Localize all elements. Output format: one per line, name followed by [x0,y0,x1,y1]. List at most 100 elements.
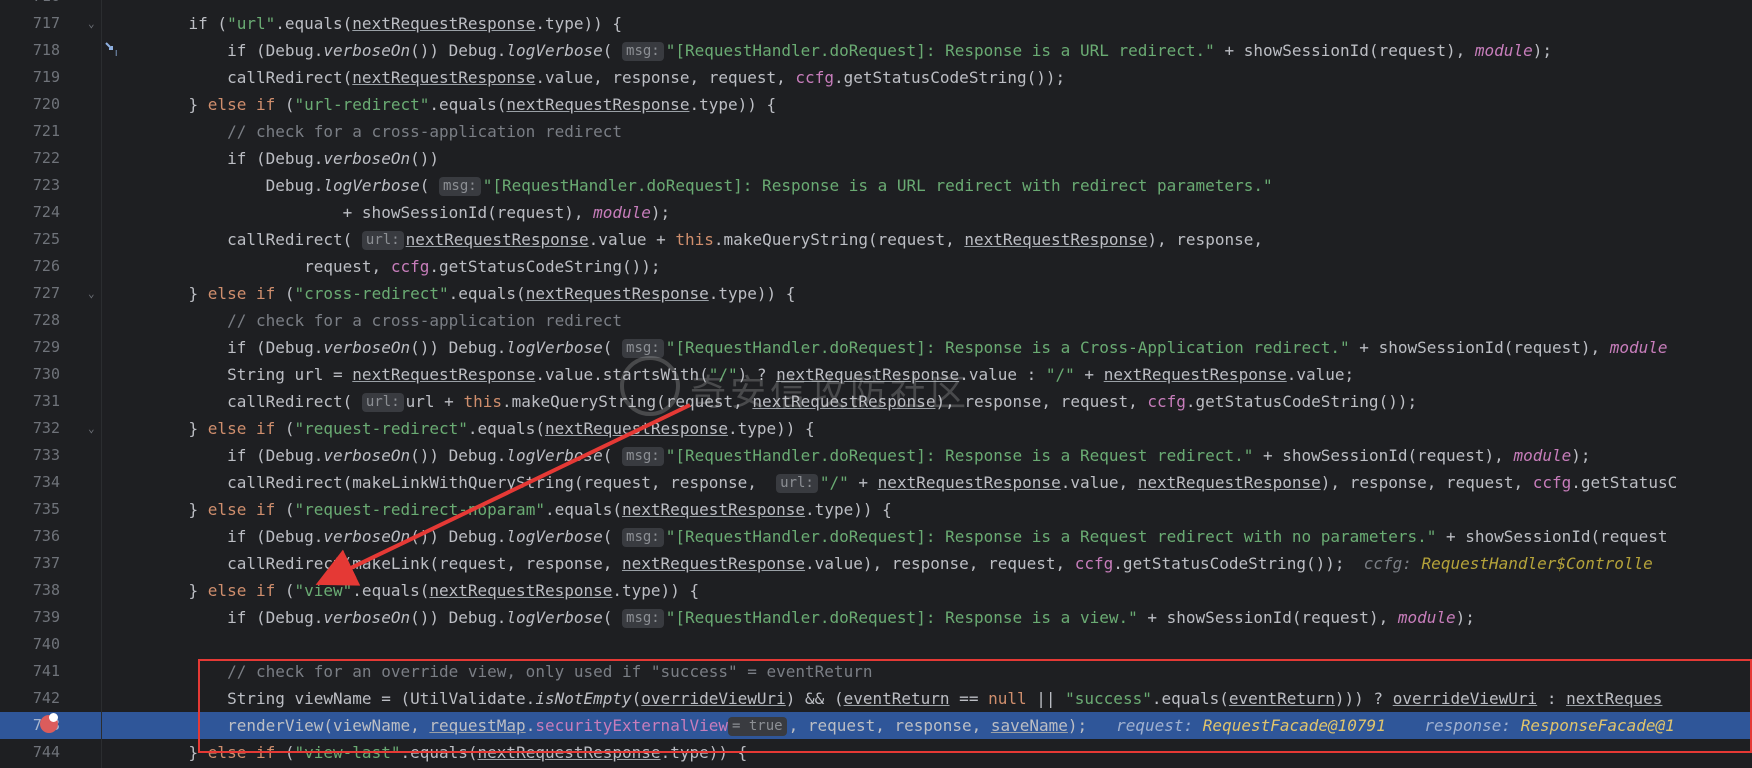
line-number[interactable]: 731 [0,388,60,415]
code-line[interactable]: 733 if (Debug.verboseOn()) Debug.logVerb… [0,442,1752,469]
line-number[interactable]: 725 [0,226,60,253]
code-line[interactable]: 741 // check for an override view, only … [0,658,1752,685]
code-line[interactable]: 738 } else if ("view".equals(nextRequest… [0,577,1752,604]
line-number[interactable]: 730 [0,361,60,388]
code-line[interactable]: 720 } else if ("url-redirect".equals(nex… [0,91,1752,118]
line-number[interactable]: 717 [0,10,60,37]
code-line[interactable]: 726 request, ccfg.getStatusCodeString())… [0,253,1752,280]
line-number[interactable]: 741 [0,658,60,685]
line-number[interactable]: 726 [0,253,60,280]
code-text[interactable]: } else if ("view-last".equals(nextReques… [150,739,748,766]
code-text[interactable]: } else if ("request-redirect".equals(nex… [150,415,815,442]
line-number[interactable]: 734 [0,469,60,496]
code-line[interactable]: 739 if (Debug.verboseOn()) Debug.logVerb… [0,604,1752,631]
line-number[interactable]: 724 [0,199,60,226]
code-line[interactable]: 723 Debug.logVerbose( msg: "[RequestHandl… [0,172,1752,199]
line-number[interactable]: 728 [0,307,60,334]
code-token: ccfg: [1363,554,1422,573]
code-text[interactable]: request, ccfg.getStatusCodeString()); [150,253,660,280]
line-number[interactable]: 738 [0,577,60,604]
code-text[interactable]: if (Debug.verboseOn()) Debug.logVerbose(… [150,523,1668,550]
code-line[interactable]: 721 // check for a cross-application red… [0,118,1752,145]
code-text[interactable]: // check for a cross-application redirec… [150,118,622,145]
code-text[interactable]: renderView(viewName, requestMap.security… [150,712,1675,739]
code-token: ( [419,176,439,195]
line-number[interactable]: 736 [0,523,60,550]
code-line[interactable]: 724 + showSessionId(request), module); [0,199,1752,226]
line-number[interactable]: 719 [0,64,60,91]
line-number[interactable]: 729 [0,334,60,361]
code-text[interactable]: if ("url".equals(nextRequestResponse.typ… [150,10,623,37]
code-line[interactable]: 725 callRedirect( url: nextRequestRespons… [0,226,1752,253]
code-text[interactable]: } else if ("cross-redirect".equals(nextR… [150,280,796,307]
code-token: verboseOn [323,338,411,357]
code-text[interactable]: callRedirect(makeLinkWithQueryString(req… [150,469,1677,496]
line-number[interactable]: 722 [0,145,60,172]
code-line[interactable]: 722 if (Debug.verboseOn()) [0,145,1752,172]
line-number[interactable]: 737 [0,550,60,577]
code-text[interactable]: if (Debug.verboseOn()) [150,145,439,172]
code-line[interactable]: 737 callRedirect(makeLink(request, respo… [0,550,1752,577]
code-text[interactable]: } else if ("request-redirect-noparam".eq… [150,496,892,523]
current-execution-line[interactable]: 743 renderView(viewName, requestMap.secu… [0,712,1752,739]
line-number[interactable]: 718 [0,37,60,64]
line-number[interactable]: 740 [0,631,60,658]
line-number[interactable]: 727 [0,280,60,307]
code-line[interactable]: 744 } else if ("view-last".equals(nextRe… [0,739,1752,766]
step-into-icon[interactable]: I [104,40,122,58]
code-text[interactable]: callRedirect(nextRequestResponse.value, … [150,64,1065,91]
line-number[interactable]: 721 [0,118,60,145]
line-number[interactable]: 739 [0,604,60,631]
code-line[interactable]: 736 if (Debug.verboseOn()) Debug.logVerb… [0,523,1752,550]
code-text[interactable]: } else if ("view".equals(nextRequestResp… [150,577,700,604]
code-line[interactable]: 734 callRedirect(makeLinkWithQueryString… [0,469,1752,496]
code-token: nextReques [1566,689,1663,708]
fold-chevron-icon[interactable]: ⌄ [88,415,98,442]
code-text[interactable]: if (Debug.verboseOn()) Debug.logVerbose(… [150,37,1552,64]
fold-chevron-icon[interactable]: ⌄ [88,280,98,307]
line-number[interactable]: 735 [0,496,60,523]
code-text[interactable]: String url = nextRequestResponse.value.s… [150,361,1354,388]
code-text[interactable]: // check for an override view, only used… [150,658,872,685]
line-number[interactable]: 716 [0,0,60,10]
code-line[interactable]: 731 callRedirect( url: url + this.makeQue… [0,388,1752,415]
line-number[interactable]: 744 [0,739,60,766]
code-text[interactable]: Debug.logVerbose( msg: "[RequestHandler.d… [150,172,1273,199]
code-line[interactable]: 719 callRedirect(nextRequestResponse.val… [0,64,1752,91]
line-number[interactable]: 732 [0,415,60,442]
code-token: else if [207,95,276,114]
code-text[interactable]: String viewName = (UtilValidate.isNotEmp… [150,685,1662,712]
code-token: .equals( [429,95,507,114]
code-text[interactable]: + showSessionId(request), module); [150,199,671,226]
code-token: .type)) { [727,419,815,438]
fold-chevron-icon[interactable]: ⌄ [88,10,98,37]
code-line[interactable]: 727 ⌄ } else if ("cross-redirect".equals(… [0,280,1752,307]
code-token: if (Debug. [150,338,324,357]
code-text[interactable]: } else if ("url-redirect".equals(nextReq… [150,91,777,118]
code-token: callRedirect(makeLink(request, response, [150,554,623,573]
code-text[interactable]: callRedirect(makeLink(request, response,… [150,550,1653,577]
code-line[interactable]: 732 ⌄ } else if ("request-redirect".equal… [0,415,1752,442]
code-token: "view-last" [294,743,401,762]
code-line[interactable]: 742 String viewName = (UtilValidate.isNo… [0,685,1752,712]
code-text[interactable]: // check for a cross-application redirec… [150,307,622,334]
code-text[interactable]: if (Debug.verboseOn()) Debug.logVerbose(… [150,334,1668,361]
code-token: + showSessionId(request), [1349,338,1610,357]
code-line[interactable]: 740 [0,631,1752,658]
code-line[interactable]: 729 if (Debug.verboseOn()) Debug.logVerb… [0,334,1752,361]
line-number[interactable]: 723 [0,172,60,199]
code-text[interactable]: if (Debug.verboseOn()) Debug.logVerbose(… [150,604,1475,631]
line-number[interactable]: 720 [0,91,60,118]
code-text[interactable]: callRedirect( url: nextRequestResponse.va… [150,226,1263,253]
code-line[interactable]: 730 String url = nextRequestResponse.val… [0,361,1752,388]
code-text[interactable]: callRedirect( url: url + this.makeQuerySt… [150,388,1417,415]
code-line[interactable]: 735 } else if ("request-redirect-noparam… [0,496,1752,523]
line-number[interactable]: 742 [0,685,60,712]
code-text[interactable]: if (Debug.verboseOn()) Debug.logVerbose(… [150,442,1591,469]
code-line[interactable]: 718 if (Debug.verboseOn()) Debug.logVerb… [0,37,1752,64]
code-line[interactable]: 728 // check for a cross-application red… [0,307,1752,334]
code-token: + showSessionId(request [1436,527,1668,546]
line-number[interactable]: 733 [0,442,60,469]
code-line[interactable]: 717 ⌄ if ("url".equals(nextRequestRespons… [0,10,1752,37]
code-editor[interactable]: 716717 ⌄ if ("url".equals(nextRequestResp… [0,0,1752,768]
